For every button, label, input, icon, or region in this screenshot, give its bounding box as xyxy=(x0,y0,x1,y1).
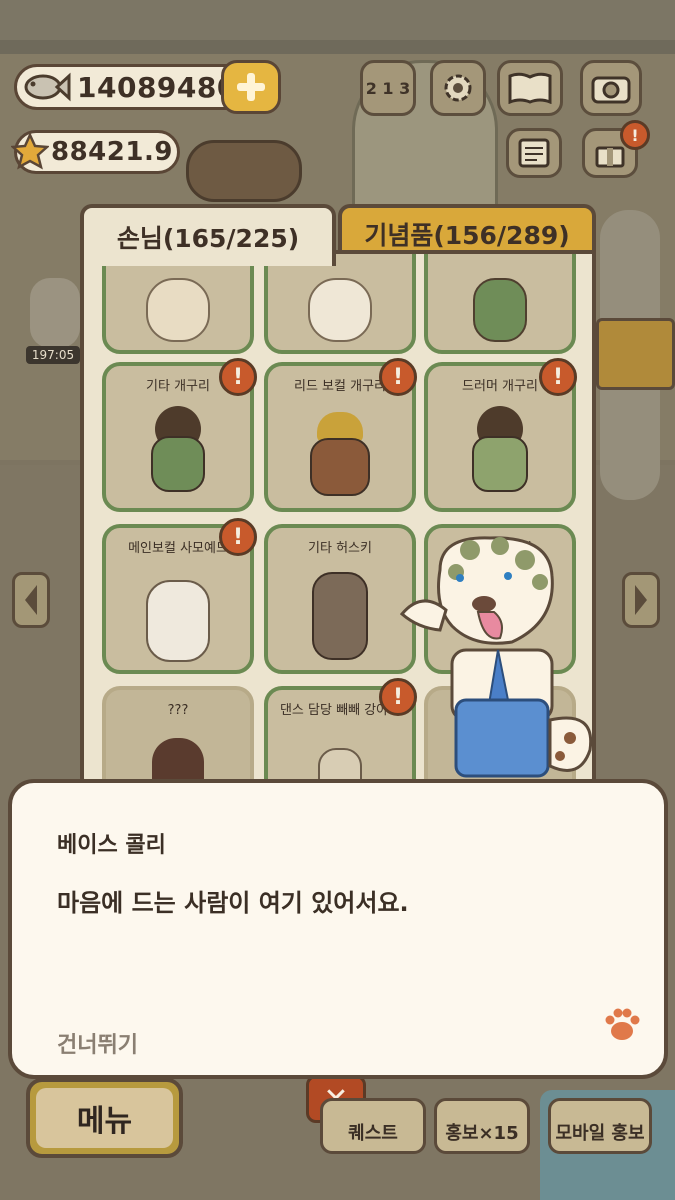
tab-guests[interactable]: 손님(165/225) xyxy=(80,204,336,266)
skip-button[interactable]: 건너뛰기 xyxy=(57,1027,138,1059)
dialog-box[interactable]: 베이스 콜리 마음에 드는 사람이 여기 있어서요. 건너뛰기 xyxy=(8,779,668,1079)
paw-icon[interactable] xyxy=(602,1005,642,1045)
dialog-line: 마음에 드는 사람이 여기 있어서요. xyxy=(57,889,409,917)
speaker-name: 베이스 콜리 xyxy=(57,833,166,858)
